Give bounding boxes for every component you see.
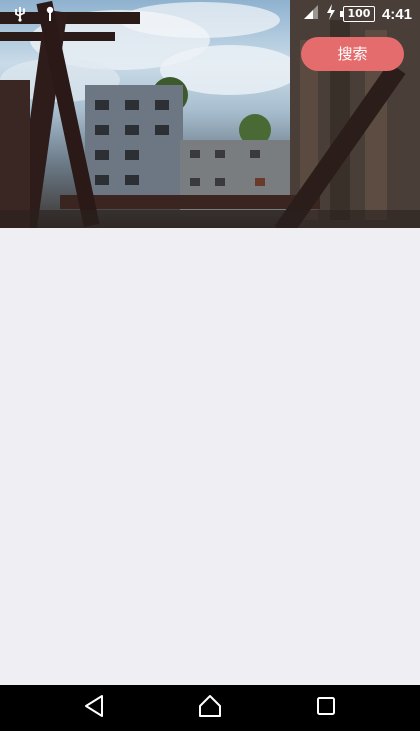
clock: 4:41 (381, 5, 412, 23)
status-bar: 100 4:41 (0, 0, 420, 30)
signal-icon (303, 4, 319, 24)
search-button[interactable]: 搜索 (301, 37, 404, 71)
status-right-icons: 100 4:41 (303, 4, 412, 24)
download-icon (42, 6, 58, 26)
ruined-building-scene (0, 0, 420, 228)
content-area (0, 228, 420, 685)
battery-icon: 100 (339, 6, 375, 22)
home-icon (198, 694, 222, 722)
navigation-bar (0, 685, 420, 731)
status-left-icons (12, 6, 58, 26)
app-screen: 100 4:41 搜索 (0, 0, 420, 731)
usb-icon (12, 6, 28, 26)
header-image (0, 0, 420, 228)
charging-icon (326, 4, 336, 24)
back-icon (83, 694, 105, 722)
home-button[interactable] (180, 685, 240, 731)
recents-button[interactable] (296, 685, 356, 731)
back-button[interactable] (64, 685, 124, 731)
recents-icon (316, 696, 336, 720)
